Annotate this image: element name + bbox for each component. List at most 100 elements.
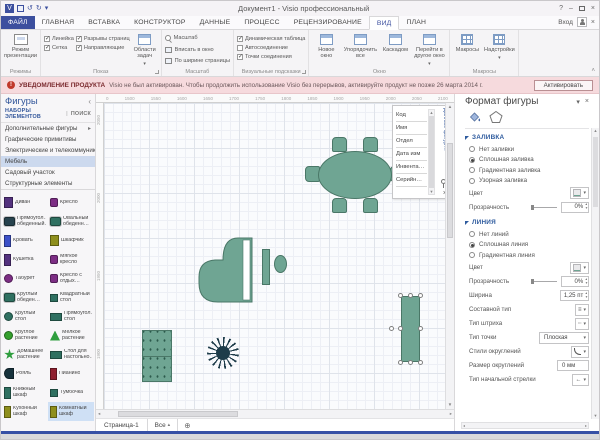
zoom-button[interactable]: Масштаб	[165, 32, 230, 44]
scroll-thumb[interactable]	[118, 411, 238, 417]
shape-item[interactable]: Кухонный шкаф	[2, 402, 48, 421]
shape-item[interactable]: Кресло с отдых…	[48, 269, 94, 288]
slider-thumb[interactable]	[531, 205, 534, 210]
shape-chair[interactable]	[363, 137, 378, 152]
shape-item[interactable]: Мелкое растение	[48, 326, 94, 345]
shape-data-scrollbar[interactable]: ▲ ▼	[428, 109, 435, 195]
selection-handle[interactable]	[408, 293, 413, 298]
shape-item[interactable]: Круглый обеден…	[2, 288, 48, 307]
spin-control[interactable]: 1,25 пт▴▾	[560, 290, 589, 301]
shape-item[interactable]: Книжный шкаф	[2, 383, 48, 402]
shape-item[interactable]: Круглый стол	[2, 307, 48, 326]
dropdown-button[interactable]: ┄▾	[575, 318, 589, 330]
addins-button[interactable]: Надстройки▾	[483, 32, 515, 67]
scroll-left-icon[interactable]: ◂	[98, 410, 100, 418]
scroll-down-icon[interactable]: ▼	[430, 189, 434, 194]
transparency-slider[interactable]	[531, 281, 557, 282]
account-person-icon[interactable]	[577, 17, 587, 27]
line-icon[interactable]	[489, 110, 503, 124]
macros-button[interactable]: Макросы	[453, 32, 481, 67]
ribbon-tab[interactable]: РЕЦЕНЗИРОВАНИЕ	[287, 16, 369, 29]
dropdown-button[interactable]: ▾	[571, 346, 589, 358]
line-transparency-value[interactable]: 0%▴▾	[561, 276, 589, 287]
panel-horizontal-scrollbar[interactable]: ◂ ▸	[461, 422, 589, 429]
shape-room-cabinet-selected[interactable]	[401, 296, 420, 362]
scroll-right-icon[interactable]: ▸	[585, 423, 587, 429]
presentation-mode-button[interactable]: Режим презентации	[4, 32, 37, 67]
selection-handle[interactable]	[398, 360, 403, 365]
scroll-left-icon[interactable]: ◂	[463, 423, 465, 429]
stencil-item[interactable]: Садовый участок	[1, 167, 95, 178]
fill-section-header[interactable]: ЗАЛИВКА	[465, 134, 589, 144]
shape-item[interactable]: Квадратный стол	[48, 288, 94, 307]
shape-item[interactable]: Комнатный шкаф	[48, 402, 94, 421]
add-page-button[interactable]: ⊕	[178, 421, 196, 430]
scroll-right-icon[interactable]: ▸	[450, 410, 452, 418]
minimize-button[interactable]: –	[569, 5, 573, 12]
fill-icon[interactable]	[467, 110, 481, 124]
dropdown-button[interactable]: ←▾	[572, 374, 589, 386]
page-width-button[interactable]: По ширине страницы	[165, 55, 230, 67]
shape-item[interactable]: Кровать	[2, 231, 48, 250]
scroll-thumb[interactable]	[593, 137, 598, 207]
data-field-row[interactable]: Инвента…	[396, 161, 427, 174]
line-color-button[interactable]: ▾	[570, 262, 589, 274]
shape-item[interactable]: Стол для настольно…	[48, 345, 94, 364]
shape-item[interactable]: Прямоугол… обеденный…	[2, 212, 48, 231]
ribbon-tab[interactable]: КОНСТРУКТОР	[127, 16, 192, 29]
drawing-canvas[interactable]: КодИмяОтделДата измИнвента…Серийн… ▲ ▼ Д…	[104, 103, 445, 409]
shape-table[interactable]	[142, 330, 172, 382]
page-tab[interactable]: Страница-1	[96, 419, 148, 431]
checkbox-ruler[interactable]: Линейка	[44, 36, 74, 42]
scroll-thumb[interactable]	[447, 143, 453, 238]
shape-grand-piano[interactable]	[196, 236, 254, 309]
data-field-row[interactable]: Код	[396, 109, 427, 122]
close-document-icon[interactable]: ×	[591, 19, 595, 26]
fill-transparency-value[interactable]: 0%▴▾	[561, 202, 589, 213]
radio-option[interactable]: Сплошная заливка	[465, 155, 589, 166]
shape-item[interactable]: Кресло	[48, 193, 94, 212]
help-button[interactable]: ?	[559, 5, 563, 12]
data-field-row[interactable]: Серийн…	[396, 174, 427, 187]
checkbox-connection-points[interactable]: Точки соединения	[237, 54, 305, 60]
shape-stool[interactable]	[274, 255, 287, 273]
shape-item[interactable]: Табурет	[2, 269, 48, 288]
selection-handle[interactable]	[418, 360, 423, 365]
dropdown-button[interactable]: ≡▾	[575, 304, 589, 316]
checkbox-dynamic-grid[interactable]: Динамическая таблица	[237, 36, 305, 42]
canvas-vertical-scrollbar[interactable]: ▲ ▼	[445, 103, 454, 409]
stencil-item[interactable]: Дополнительные фигуры▸	[1, 123, 95, 134]
visio-logo-icon[interactable]: V	[5, 4, 14, 13]
shape-oval-dining-table[interactable]	[318, 151, 392, 199]
selection-handle[interactable]	[408, 360, 413, 365]
stencil-item[interactable]: Электрические и телекоммуникацион…	[1, 145, 95, 156]
ribbon-tab[interactable]: ПРОЦЕСС	[237, 16, 286, 29]
panel-close-icon[interactable]: ×	[585, 98, 589, 106]
ribbon-tab[interactable]: ПЛАН	[399, 16, 433, 29]
checkbox-grid[interactable]: Сетка	[44, 45, 74, 51]
shape-item[interactable]: Тумбочка	[48, 383, 94, 402]
data-field-row[interactable]: Имя	[396, 122, 427, 135]
sign-in-label[interactable]: Вход	[558, 19, 573, 26]
canvas-horizontal-scrollbar[interactable]: ◂ ▸	[96, 409, 454, 418]
fill-color-button[interactable]: ▾	[570, 187, 589, 199]
shape-item[interactable]: Пианино	[48, 364, 94, 383]
ribbon-tab[interactable]: ГЛАВНАЯ	[35, 16, 82, 29]
shape-item[interactable]: Шкафчик	[48, 231, 94, 250]
arrange-all-button[interactable]: Упорядочить все	[342, 32, 378, 67]
slider-thumb[interactable]	[531, 279, 534, 284]
input-control[interactable]: 0 мм	[557, 360, 589, 371]
scroll-down-icon[interactable]: ▼	[446, 401, 454, 409]
restore-button[interactable]	[579, 6, 585, 11]
shape-item[interactable]: Мягкое кресло	[48, 250, 94, 269]
collapse-panel-icon[interactable]: ‹	[88, 97, 91, 106]
stencil-item[interactable]: Структурные элементы	[1, 178, 95, 189]
cascade-button[interactable]: Каскадом	[380, 32, 410, 67]
shape-chair[interactable]	[332, 137, 347, 152]
selection-handle[interactable]	[418, 326, 423, 331]
selection-handle[interactable]	[398, 293, 403, 298]
radio-option[interactable]: Сплошная линия	[465, 240, 589, 251]
shape-house-plant[interactable]	[207, 337, 239, 369]
shape-item[interactable]: Диван	[2, 193, 48, 212]
new-window-button[interactable]: Новое окно	[312, 32, 340, 67]
